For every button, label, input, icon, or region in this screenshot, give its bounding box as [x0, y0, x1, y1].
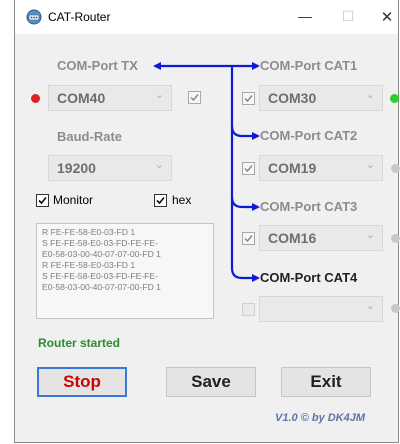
arrow-to-cat4 [230, 197, 260, 282]
arrow-to-cat3 [230, 126, 260, 211]
stop-button[interactable]: Stop [37, 367, 127, 397]
save-button[interactable]: Save [166, 367, 256, 397]
exit-button[interactable]: Exit [281, 367, 371, 397]
arrow-to-cat2 [230, 66, 260, 140]
version-label: V1.0 © by DK4JM [275, 412, 366, 424]
